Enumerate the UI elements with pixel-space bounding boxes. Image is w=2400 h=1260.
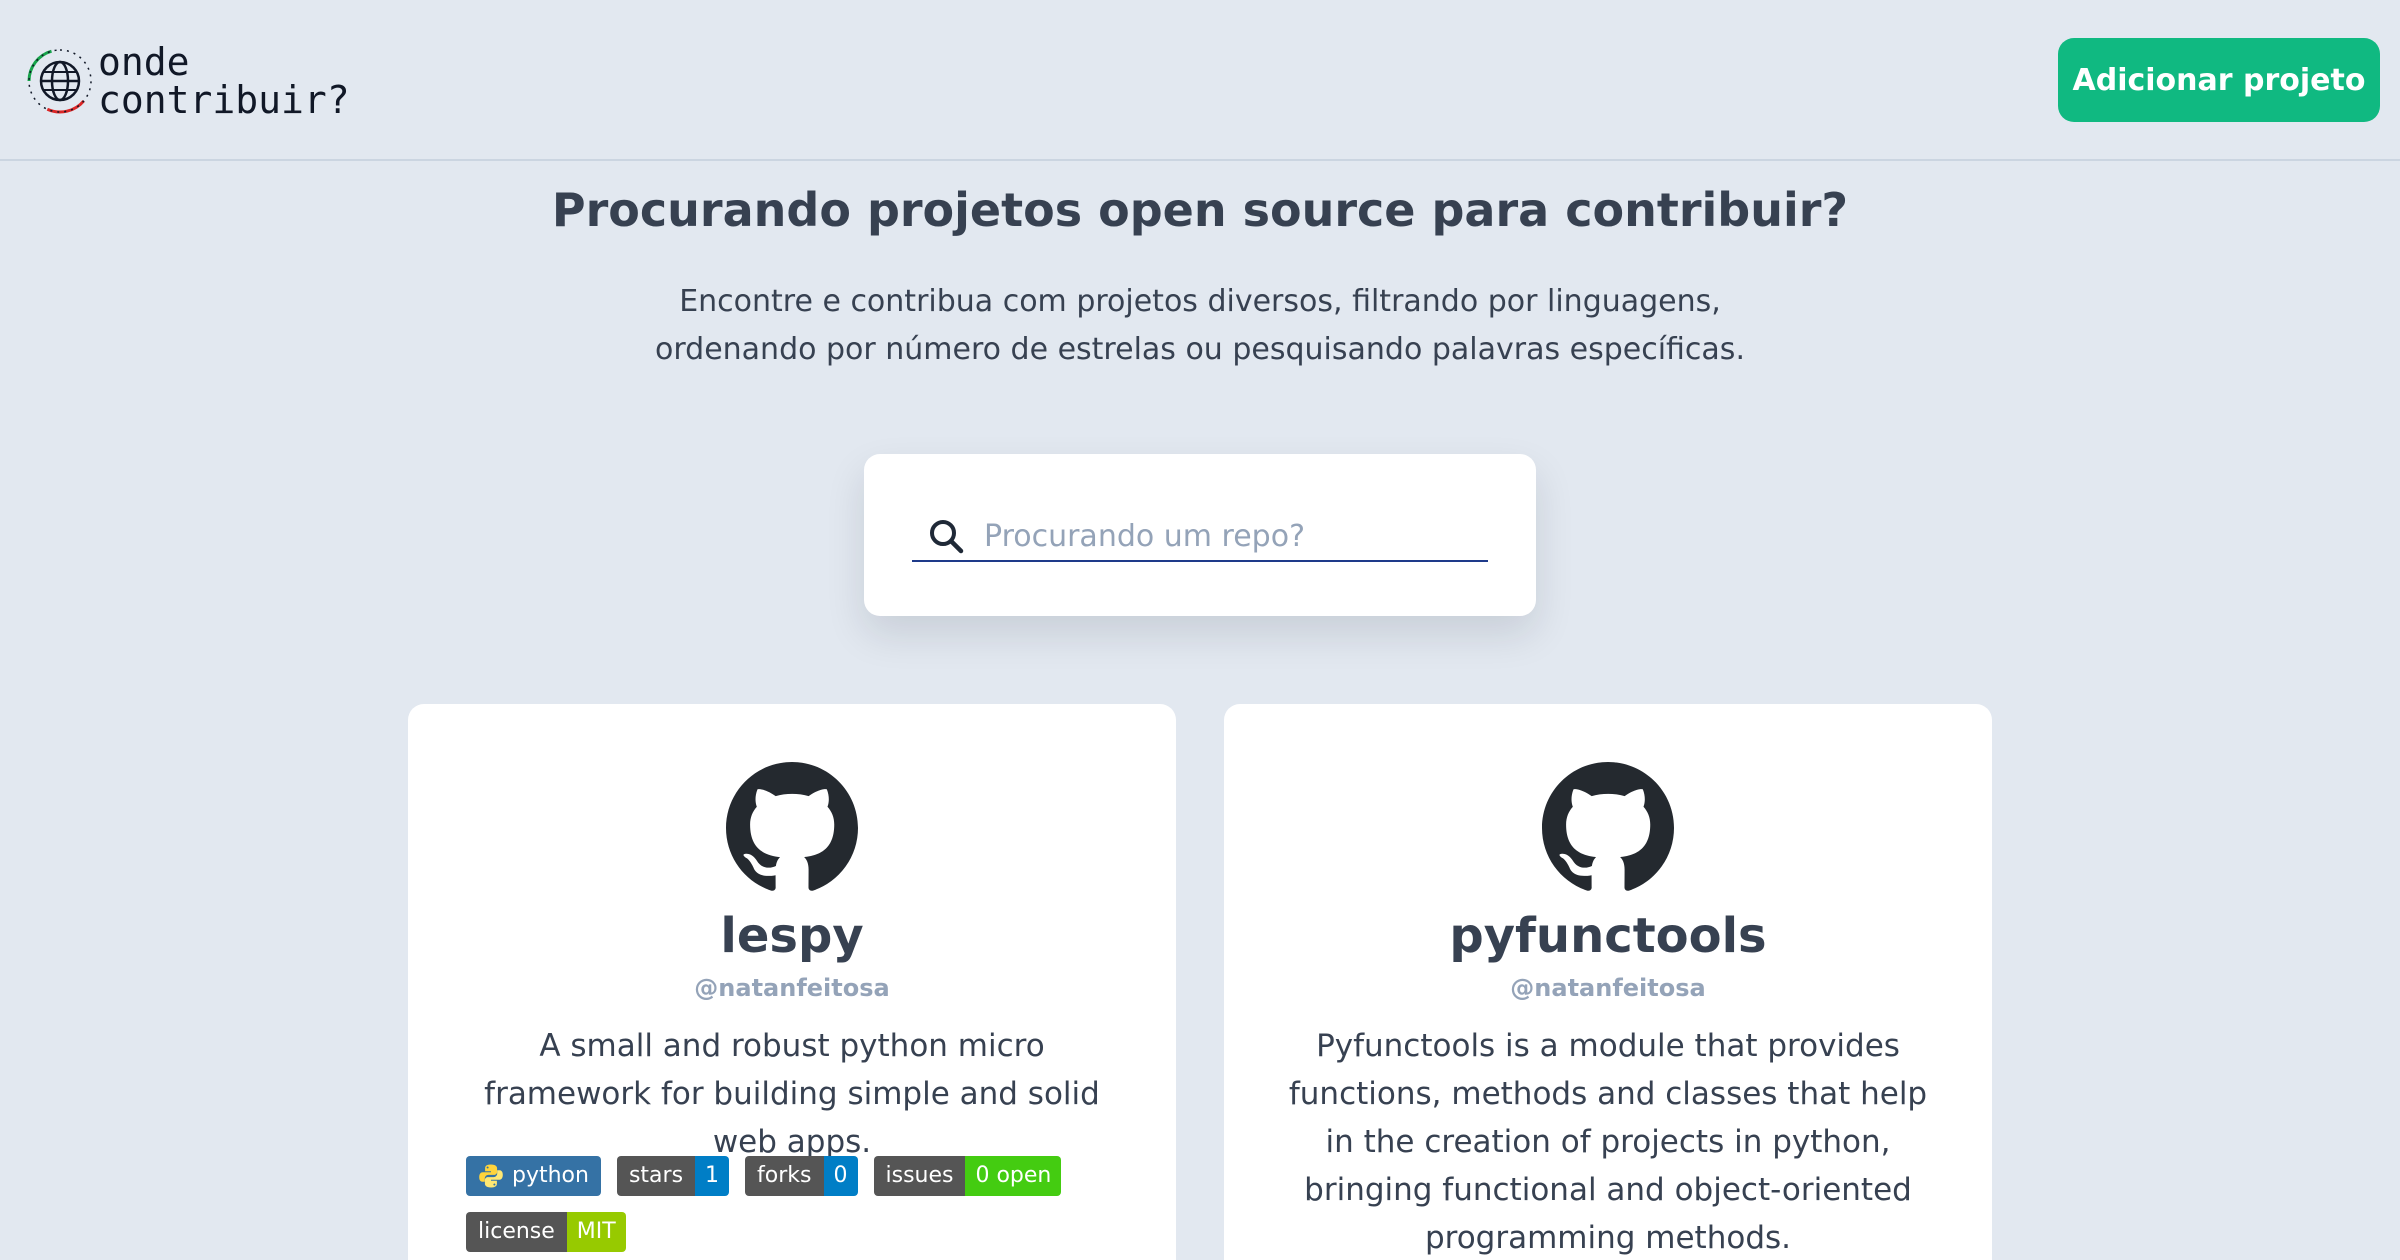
forks-badge[interactable]: forks 0 [745, 1156, 858, 1196]
repo-card-pyfunctools[interactable]: pyfunctools @natanfeitosa Pyfunctools is… [1224, 704, 1992, 1260]
stars-badge[interactable]: stars 1 [616, 1156, 730, 1196]
forks-badge-value: 0 [823, 1156, 858, 1196]
add-project-button[interactable]: Adicionar projeto [2058, 38, 2380, 122]
logo-line-1: onde [98, 40, 190, 84]
page-title: Procurando projetos open source para con… [551, 183, 1849, 237]
repo-owner[interactable]: @natanfeitosa [408, 974, 1176, 1002]
subtitle-line-2: ordenando por número de estrelas ou pesq… [655, 332, 1745, 367]
forks-badge-label: forks [745, 1156, 824, 1196]
site-header: onde contribuir? Adicionar projeto [0, 0, 2400, 161]
page-subtitle: Encontre e contribua com projetos divers… [0, 278, 2400, 374]
repo-name[interactable]: lespy [408, 908, 1176, 964]
issues-badge-value: 0 open [965, 1156, 1062, 1196]
search-field [912, 512, 1488, 562]
repo-card-lespy[interactable]: lespy @natanfeitosa A small and robust p… [408, 704, 1176, 1260]
subtitle-line-1: Encontre e contribua com projetos divers… [679, 284, 1721, 319]
search-input[interactable] [984, 513, 1464, 559]
search-panel [864, 454, 1536, 616]
site-logo[interactable]: onde contribuir? [26, 40, 350, 122]
license-badge-label: license [466, 1212, 567, 1252]
repo-description: Pyfunctools is a module that provides fu… [1288, 1028, 1928, 1256]
globe-icon [27, 48, 93, 114]
search-icon [930, 520, 964, 554]
repo-name[interactable]: pyfunctools [1224, 908, 1992, 964]
issues-badge[interactable]: issues 0 open [873, 1156, 1062, 1196]
python-icon [479, 1164, 503, 1188]
logo-wordmark: onde contribuir? [98, 43, 350, 119]
language-badge-label: python [512, 1163, 589, 1188]
issues-badge-label: issues [873, 1156, 966, 1196]
github-icon [1542, 762, 1674, 891]
repo-badges: python stars 1 forks 0 issues 0 open lic… [466, 1156, 1126, 1252]
stars-badge-value: 1 [695, 1156, 730, 1196]
stars-badge-label: stars [616, 1156, 696, 1196]
license-badge-value: MIT [566, 1212, 626, 1252]
license-badge[interactable]: license MIT [466, 1212, 626, 1252]
logo-line-2: contribuir? [98, 78, 350, 122]
language-badge[interactable]: python [466, 1156, 601, 1196]
page: onde contribuir? Adicionar projeto Procu… [0, 0, 2400, 1260]
github-icon [726, 762, 858, 891]
repo-owner[interactable]: @natanfeitosa [1224, 974, 1992, 1002]
repo-description: A small and robust python micro framewor… [484, 1028, 1100, 1160]
